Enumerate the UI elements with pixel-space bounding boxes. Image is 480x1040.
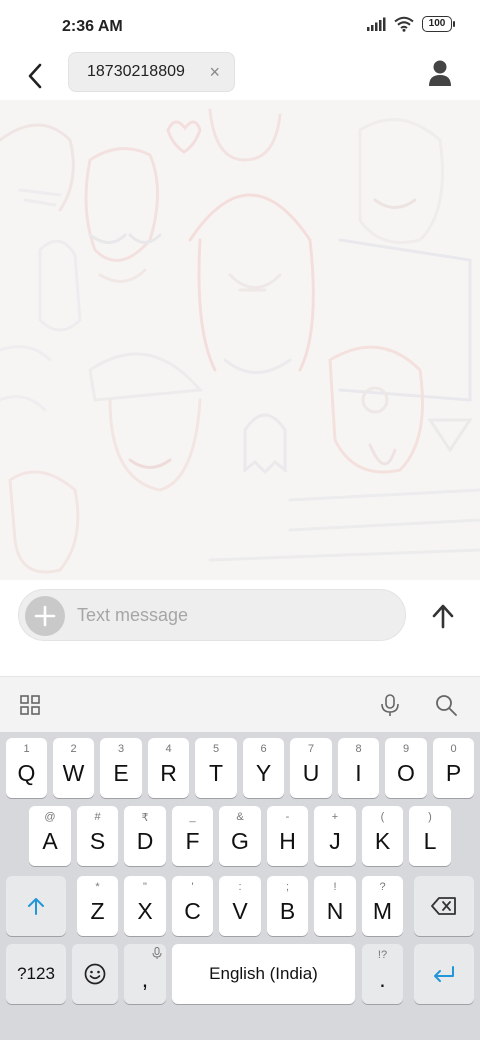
conversation-area bbox=[0, 100, 480, 580]
key-l[interactable]: ) L bbox=[409, 806, 451, 866]
key-x[interactable]: " X bbox=[124, 876, 166, 936]
key-h[interactable]: -H bbox=[267, 806, 308, 866]
shift-arrow-icon bbox=[28, 898, 44, 915]
battery-icon: 100 bbox=[422, 16, 455, 32]
attach-button[interactable] bbox=[25, 596, 65, 636]
enter-icon bbox=[434, 966, 454, 982]
key-p[interactable]: 0P bbox=[433, 738, 474, 798]
keyboard-toolbar bbox=[0, 676, 480, 732]
key-a[interactable]: @ A bbox=[29, 806, 71, 866]
key-j[interactable]: + J bbox=[314, 806, 356, 866]
conversation-header: 18730218809 × bbox=[0, 52, 480, 100]
doodle-wallpaper bbox=[0, 108, 480, 574]
search-icon bbox=[436, 695, 457, 716]
plus-icon bbox=[34, 605, 56, 627]
recipient-number: 18730218809 bbox=[87, 63, 185, 80]
smiley-icon bbox=[84, 963, 106, 985]
key-m[interactable]: ? M bbox=[362, 876, 403, 936]
send-button[interactable] bbox=[426, 599, 460, 633]
enter-key[interactable] bbox=[414, 944, 474, 1004]
keyboard: 1Q 2W 3E 4R 5T 6Y 7U 8I 9O 0P @ A # S ₹ D _… bbox=[0, 732, 480, 1040]
key-o[interactable]: 9O bbox=[385, 738, 427, 798]
key-c[interactable]: ' C bbox=[172, 876, 213, 936]
key-d[interactable]: ₹ D bbox=[124, 806, 166, 866]
microphone-icon bbox=[381, 694, 399, 716]
backspace-key[interactable] bbox=[414, 876, 474, 936]
back-button[interactable] bbox=[18, 58, 52, 94]
key-z[interactable]: * Z bbox=[77, 876, 118, 936]
key-e[interactable]: 3E bbox=[100, 738, 142, 798]
key-n[interactable]: ! N bbox=[314, 876, 356, 936]
key-s[interactable]: # S bbox=[77, 806, 118, 866]
key-u[interactable]: 7U bbox=[290, 738, 332, 798]
message-box bbox=[18, 589, 406, 641]
key-g[interactable]: & G bbox=[219, 806, 261, 866]
voice-input-button[interactable] bbox=[378, 693, 402, 717]
recipient-chip[interactable]: 18730218809 × bbox=[68, 52, 235, 92]
status-icons: 100 bbox=[366, 16, 455, 32]
key-k[interactable]: (K bbox=[362, 806, 403, 866]
keyboard-search-button[interactable] bbox=[434, 693, 458, 717]
message-input[interactable] bbox=[77, 590, 397, 640]
status-time: 2:36 AM bbox=[62, 18, 123, 35]
period-key[interactable]: !?. bbox=[362, 944, 403, 1004]
shift-key[interactable] bbox=[6, 876, 66, 936]
status-bar: 2:36 AM 100 bbox=[0, 0, 480, 52]
symbols-key[interactable]: ?123 bbox=[6, 944, 66, 1004]
emoji-key[interactable] bbox=[72, 944, 118, 1004]
person-icon bbox=[429, 60, 451, 86]
key-f[interactable]: _ F bbox=[172, 806, 213, 866]
key-b[interactable]: ; B bbox=[267, 876, 308, 936]
key-r[interactable]: 4R bbox=[148, 738, 189, 798]
key-q[interactable]: 1Q bbox=[6, 738, 47, 798]
key-i[interactable]: 8I bbox=[338, 738, 379, 798]
backspace-icon bbox=[431, 897, 456, 915]
key-w[interactable]: 2W bbox=[53, 738, 94, 798]
wifi-icon bbox=[394, 16, 414, 32]
send-arrow-icon bbox=[432, 604, 454, 629]
message-composer bbox=[0, 580, 480, 676]
signal-icon bbox=[367, 17, 386, 31]
remove-recipient-button[interactable]: × bbox=[209, 62, 220, 82]
keyboard-menu-button[interactable] bbox=[18, 693, 42, 717]
key-y[interactable]: 6Y bbox=[243, 738, 284, 798]
key-t[interactable]: 5T bbox=[195, 738, 237, 798]
contact-button[interactable] bbox=[426, 58, 454, 88]
grid-icon bbox=[20, 695, 40, 715]
key-v[interactable]: :V bbox=[219, 876, 261, 936]
small-mic-icon bbox=[152, 947, 162, 959]
space-key[interactable]: English (India) bbox=[172, 944, 355, 1004]
comma-key[interactable]: , bbox=[124, 944, 166, 1004]
back-arrow-icon bbox=[28, 63, 42, 89]
